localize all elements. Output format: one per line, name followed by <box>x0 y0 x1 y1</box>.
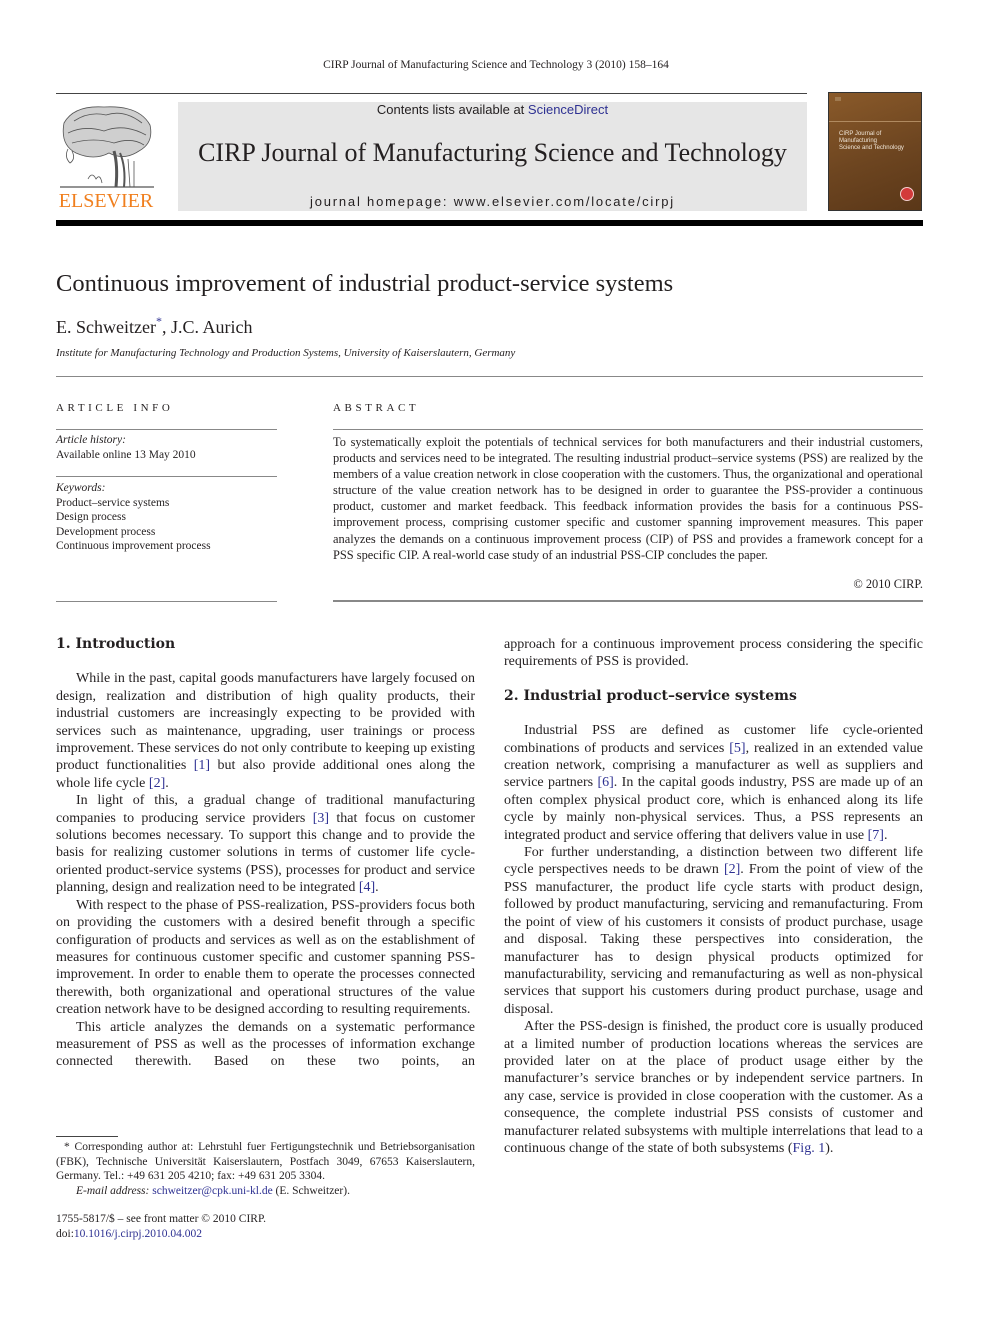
keywords-label: Keywords: <box>56 482 106 494</box>
text: . <box>165 775 169 791</box>
article-info-heading: ARTICLE INFO <box>56 402 174 414</box>
running-head: CIRP Journal of Manufacturing Science an… <box>323 59 669 71</box>
title-rule <box>56 376 923 377</box>
figure-link[interactable]: Fig. 1 <box>793 1141 826 1156</box>
journal-homepage[interactable]: journal homepage: www.elsevier.com/locat… <box>178 194 807 209</box>
citation-link[interactable]: [2] <box>149 776 165 791</box>
corresponding-author-mark[interactable]: * <box>156 314 162 328</box>
abstract-rule <box>333 429 923 430</box>
sciencedirect-link[interactable]: ScienceDirect <box>528 102 608 117</box>
article-info-bottom-rule <box>56 601 277 602</box>
text: ). <box>825 1140 834 1156</box>
citation-link[interactable]: [5] <box>729 741 745 756</box>
header-thick-rule <box>56 220 923 226</box>
journal-cover[interactable]: CIRP Journal of Manufacturing Science an… <box>828 92 922 211</box>
tree-icon <box>60 106 154 188</box>
paragraph: This article analyzes the demands on a s… <box>56 1019 475 1070</box>
cover-mark-icon <box>835 97 841 101</box>
citation-link[interactable]: [7] <box>868 828 884 843</box>
elsevier-wordmark: ELSEVIER <box>58 190 154 212</box>
abstract-text: To systematically exploit the potentials… <box>333 434 923 563</box>
author-list: E. Schweitzer*, J.C. Aurich <box>56 314 253 338</box>
keyword: Continuous improvement process <box>56 540 211 552</box>
text: . From the point of view of the PSS manu… <box>504 862 923 1017</box>
contents-prefix: Contents lists available at <box>376 102 528 117</box>
text: . <box>375 880 379 896</box>
email-link[interactable]: schweitzer@cpk.uni-kl.de <box>152 1185 272 1197</box>
section-heading: 1. Introduction <box>56 636 176 652</box>
article-title: Continuous improvement of industrial pro… <box>56 270 674 297</box>
paragraph: With respect to the phase of PSS-realiza… <box>56 897 475 1018</box>
citation-link[interactable]: [1] <box>194 758 210 773</box>
article-info-rule <box>56 429 277 430</box>
history-value: Available online 13 May 2010 <box>56 448 196 461</box>
abstract-bottom-rule <box>333 600 923 602</box>
front-matter: 1755-5817/$ – see front matter © 2010 CI… <box>56 1212 475 1241</box>
paragraph: Industrial PSS are defined as customer l… <box>504 722 923 844</box>
email-suffix: (E. Schweitzer). <box>272 1184 350 1197</box>
cirp-seal-icon <box>900 187 914 201</box>
history-label: Article history: <box>56 434 126 446</box>
paragraph: For further understanding, a distinction… <box>504 844 923 1018</box>
citation-link[interactable]: [3] <box>313 811 329 826</box>
author-name: E. Schweitzer <box>56 317 156 337</box>
journal-banner: Contents lists available at ScienceDirec… <box>178 102 807 211</box>
author-separator: , <box>161 317 171 337</box>
citation-link[interactable]: [2] <box>724 862 740 877</box>
footnote-text: Corresponding author at: Lehrstuhl fuer … <box>56 1141 475 1182</box>
abstract-body: To systematically exploit the potentials… <box>333 435 923 562</box>
citation-link[interactable]: [4] <box>359 880 375 895</box>
text: . <box>883 827 888 843</box>
paragraph: In light of this, a gradual change of tr… <box>56 792 475 896</box>
paragraph: After the PSS-design is finished, the pr… <box>504 1018 923 1157</box>
affiliation: Institute for Manufacturing Technology a… <box>56 347 516 359</box>
footnote: * Corresponding author at: Lehrstuhl fue… <box>56 1140 475 1198</box>
email-label: E-mail address: <box>76 1184 153 1197</box>
issn-line: 1755-5817/$ – see front matter © 2010 CI… <box>56 1213 266 1225</box>
abstract-copyright: © 2010 CIRP. <box>853 577 923 591</box>
paragraph: While in the past, capital goods manufac… <box>56 670 475 792</box>
keyword: Product–service systems <box>56 496 170 509</box>
abstract-heading: ABSTRACT <box>333 402 420 414</box>
keywords-rule <box>56 476 277 477</box>
right-column: approach for a continuous improvement pr… <box>504 636 923 1157</box>
left-column: 1. Introduction While in the past, capit… <box>56 636 475 1071</box>
section-heading: 2. Industrial product–service systems <box>504 687 797 704</box>
journal-title: CIRP Journal of Manufacturing Science an… <box>198 138 787 167</box>
elsevier-logo[interactable]: ELSEVIER <box>54 103 158 213</box>
citation-link[interactable]: [6] <box>597 775 613 790</box>
text: After the PSS-design is finished, the pr… <box>504 1019 923 1156</box>
doi-prefix: doi: <box>56 1227 74 1240</box>
contents-line: Contents lists available at ScienceDirec… <box>178 102 807 117</box>
cover-title: CIRP Journal of Manufacturing Science an… <box>839 131 904 151</box>
header-rule <box>56 93 807 94</box>
keyword: Design process <box>56 511 126 523</box>
cover-rule <box>829 121 921 122</box>
paragraph-continued: approach for a continuous improvement pr… <box>504 637 923 670</box>
keywords-block: Keywords: Product–service systems Design… <box>56 481 211 554</box>
doi-link[interactable]: 10.1016/j.cirpj.2010.04.002 <box>74 1228 202 1240</box>
keyword: Development process <box>56 525 156 538</box>
article-history: Article history: Available online 13 May… <box>56 433 196 462</box>
author-name: J.C. Aurich <box>170 317 253 337</box>
footnote-rule <box>56 1136 118 1137</box>
